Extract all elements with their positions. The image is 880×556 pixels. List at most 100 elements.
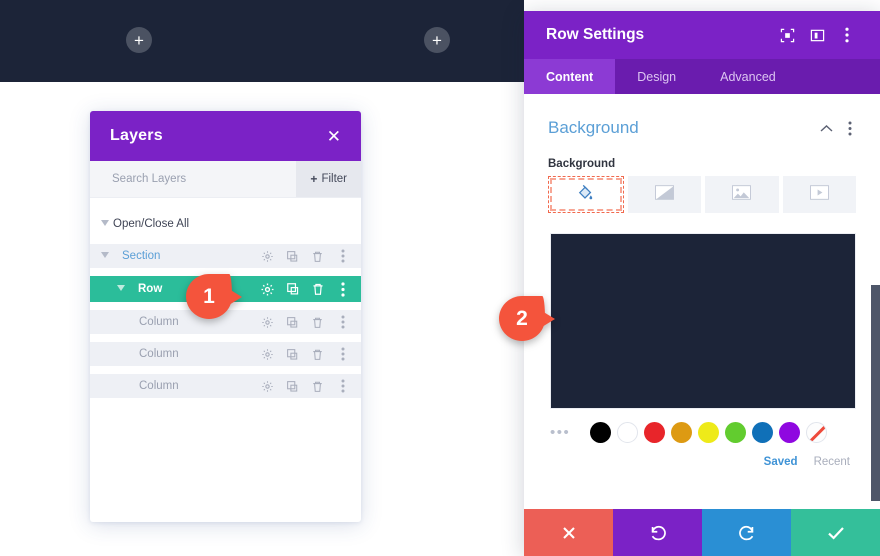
panel-layout-icon[interactable] — [802, 20, 832, 50]
tree-row-column[interactable]: Column — [90, 342, 361, 366]
close-icon — [562, 526, 575, 539]
background-type-tabs — [524, 176, 880, 213]
plus-icon: + — [432, 30, 442, 50]
tree-row-actions — [255, 246, 361, 266]
swatch-yellow[interactable] — [698, 422, 719, 443]
background-field-label: Background — [548, 158, 616, 170]
duplicate-icon[interactable] — [280, 376, 305, 396]
trash-icon[interactable] — [305, 376, 330, 396]
tree-row-label: Open/Close All — [113, 218, 190, 230]
gear-icon[interactable] — [255, 279, 280, 299]
swatch-black[interactable] — [590, 422, 611, 443]
row-settings-panel: Row Settings Content Design Advanced Bac… — [524, 11, 880, 556]
background-color-preview[interactable] — [550, 233, 856, 409]
search-input[interactable] — [90, 161, 297, 197]
chevron-up-icon[interactable] — [814, 116, 838, 140]
saved-colors-link[interactable]: Saved — [764, 456, 798, 468]
plus-icon: + — [134, 30, 144, 50]
chevron-down-icon[interactable] — [113, 285, 129, 293]
tree-row-label: Column — [139, 380, 179, 392]
close-icon[interactable]: ✕ — [327, 128, 341, 145]
tree-row-column[interactable]: Column — [90, 374, 361, 398]
swatch-white[interactable] — [617, 422, 638, 443]
gradient-icon — [654, 184, 674, 205]
duplicate-icon[interactable] — [280, 312, 305, 332]
undo-icon — [651, 525, 666, 540]
add-section-left-button[interactable]: + — [126, 27, 152, 53]
save-button[interactable] — [791, 509, 880, 556]
swatch-blue[interactable] — [752, 422, 773, 443]
filter-button[interactable]: + Filter — [296, 161, 361, 197]
layers-panel-title: Layers — [110, 127, 163, 144]
image-icon — [732, 184, 752, 205]
recent-colors-link[interactable]: Recent — [814, 456, 850, 468]
callout-badge-2: 2 — [499, 296, 555, 341]
background-gradient-tab[interactable] — [627, 176, 701, 213]
callout-number: 1 — [203, 284, 215, 308]
focus-target-icon[interactable] — [772, 20, 802, 50]
more-options-icon[interactable] — [330, 344, 355, 364]
tree-row-open-close-all[interactable]: Open/Close All — [90, 212, 361, 236]
paint-bucket-icon — [577, 184, 594, 206]
tree-row-actions — [255, 312, 361, 332]
chevron-down-icon[interactable] — [97, 220, 113, 228]
tree-row-label: Column — [139, 348, 179, 360]
swatch-purple[interactable] — [779, 422, 800, 443]
swatch-transparent[interactable] — [806, 422, 827, 443]
background-video-tab[interactable] — [782, 176, 856, 213]
layers-search-row: + Filter — [90, 161, 361, 198]
background-color-tab[interactable] — [548, 176, 624, 213]
more-options-icon[interactable] — [330, 246, 355, 266]
color-swatch-row: ••• — [524, 409, 880, 443]
more-options-icon[interactable] — [832, 20, 862, 50]
trash-icon[interactable] — [305, 344, 330, 364]
section-title: Background — [548, 118, 639, 137]
plus-icon: + — [310, 172, 318, 186]
more-options-icon[interactable] — [330, 376, 355, 396]
tree-row-actions — [255, 279, 361, 299]
gear-icon[interactable] — [255, 312, 280, 332]
tree-row-section[interactable]: Section — [90, 244, 361, 268]
duplicate-icon[interactable] — [280, 246, 305, 266]
callout-number: 2 — [516, 306, 528, 330]
swatch-orange[interactable] — [671, 422, 692, 443]
more-options-icon[interactable] — [330, 279, 355, 299]
tree-row-actions — [255, 376, 361, 396]
trash-icon[interactable] — [305, 246, 330, 266]
add-section-right-button[interactable]: + — [424, 27, 450, 53]
duplicate-icon[interactable] — [280, 344, 305, 364]
discard-button[interactable] — [524, 509, 613, 556]
gear-icon[interactable] — [255, 246, 280, 266]
more-colors-icon[interactable]: ••• — [550, 425, 584, 440]
page-title: Row Settings — [546, 26, 645, 43]
tab-content[interactable]: Content — [524, 59, 616, 94]
chevron-down-icon[interactable] — [97, 252, 113, 260]
video-icon — [809, 184, 829, 205]
swatch-green[interactable] — [725, 422, 746, 443]
gear-icon[interactable] — [255, 344, 280, 364]
filter-button-label: Filter — [321, 173, 347, 185]
gear-icon[interactable] — [255, 376, 280, 396]
check-icon — [827, 526, 844, 540]
more-options-icon[interactable] — [330, 312, 355, 332]
trash-icon[interactable] — [305, 279, 330, 299]
tab-advanced[interactable]: Advanced — [698, 59, 798, 94]
settings-footer-actions — [524, 509, 880, 556]
trash-icon[interactable] — [305, 312, 330, 332]
more-options-icon[interactable] — [838, 116, 862, 140]
palette-source-links: Saved Recent — [524, 443, 880, 468]
tab-design[interactable]: Design — [615, 59, 698, 94]
row-settings-header: Row Settings — [524, 11, 880, 59]
layers-panel-header: Layers ✕ — [90, 111, 361, 161]
redo-button[interactable] — [702, 509, 791, 556]
background-image-tab[interactable] — [705, 176, 779, 213]
panel-scrollbar[interactable] — [871, 285, 880, 501]
background-section-header[interactable]: Background — [524, 94, 880, 140]
redo-icon — [738, 525, 753, 540]
settings-content-scroll: Background Background ••• Saved Recent — [524, 94, 880, 509]
undo-button[interactable] — [613, 509, 702, 556]
duplicate-icon[interactable] — [280, 279, 305, 299]
callout-badge-1: 1 — [186, 274, 242, 319]
tree-row-actions — [255, 344, 361, 364]
swatch-red[interactable] — [644, 422, 665, 443]
